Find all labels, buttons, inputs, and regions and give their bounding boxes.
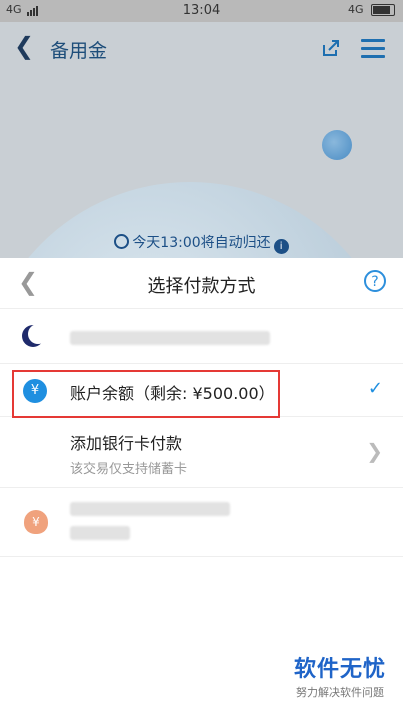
battery-icon bbox=[371, 4, 395, 16]
auto-return-notice: 今天13:00将自动归还 i bbox=[0, 232, 403, 254]
watermark-subtitle: 努力解决软件问题 bbox=[296, 686, 384, 699]
obscured-text-3 bbox=[70, 526, 130, 540]
add-bank-card-label: 添加银行卡付款 bbox=[70, 434, 183, 453]
sheet-title: 选择付款方式 bbox=[147, 276, 256, 297]
menu-icon[interactable] bbox=[361, 39, 385, 63]
payment-method-sheet: ❮ 选择付款方式 ? ¥ 账户余额（剩余: ¥500.00） ✓ 添加银行卡付款… bbox=[0, 258, 403, 709]
auto-return-text: 今天13:00将自动归还 bbox=[132, 235, 271, 251]
sheet-header: ❮ 选择付款方式 ? bbox=[0, 258, 403, 309]
back-button[interactable]: ❮ bbox=[14, 32, 34, 60]
yen-icon: ¥ bbox=[23, 379, 47, 403]
status-time: 13:04 bbox=[182, 3, 221, 18]
share-icon[interactable] bbox=[321, 38, 341, 58]
page-title: 备用金 bbox=[50, 40, 108, 62]
app-background: ❮ 备用金 今天13:00将自动归还 i bbox=[0, 22, 403, 260]
payment-option-balance[interactable]: ¥ 账户余额（剩余: ¥500.00） ✓ bbox=[0, 364, 403, 417]
payment-option-obscured-2[interactable]: ¥ bbox=[0, 488, 403, 557]
clock-icon bbox=[114, 234, 130, 249]
money-bag-icon: ¥ bbox=[24, 510, 48, 534]
status-right: 4G bbox=[348, 3, 395, 16]
status-bar: 4G 13:04 4G bbox=[0, 0, 403, 22]
moon-icon bbox=[22, 324, 48, 347]
help-icon[interactable]: ? bbox=[364, 270, 386, 292]
payment-option-obscured[interactable] bbox=[0, 309, 403, 364]
app-header: ❮ 备用金 bbox=[0, 22, 403, 74]
payment-option-add-bank-card[interactable]: 添加银行卡付款 该交易仅支持储蓄卡 ❯ bbox=[0, 417, 403, 488]
info-icon[interactable]: i bbox=[273, 239, 289, 254]
watermark-title: 软件无忧 bbox=[293, 657, 386, 682]
add-bank-card-note: 该交易仅支持储蓄卡 bbox=[70, 462, 188, 477]
obscured-text-2 bbox=[70, 502, 230, 516]
check-icon: ✓ bbox=[367, 378, 383, 399]
watermark: 软件无忧 努力解决软件问题 bbox=[278, 651, 402, 700]
chevron-right-icon: ❯ bbox=[366, 439, 383, 463]
balance-label: 账户余额（剩余: ¥500.00） bbox=[70, 384, 275, 403]
decorative-ball bbox=[322, 130, 352, 160]
obscured-text bbox=[70, 331, 270, 345]
network-indicator-right: 4G bbox=[347, 3, 364, 16]
